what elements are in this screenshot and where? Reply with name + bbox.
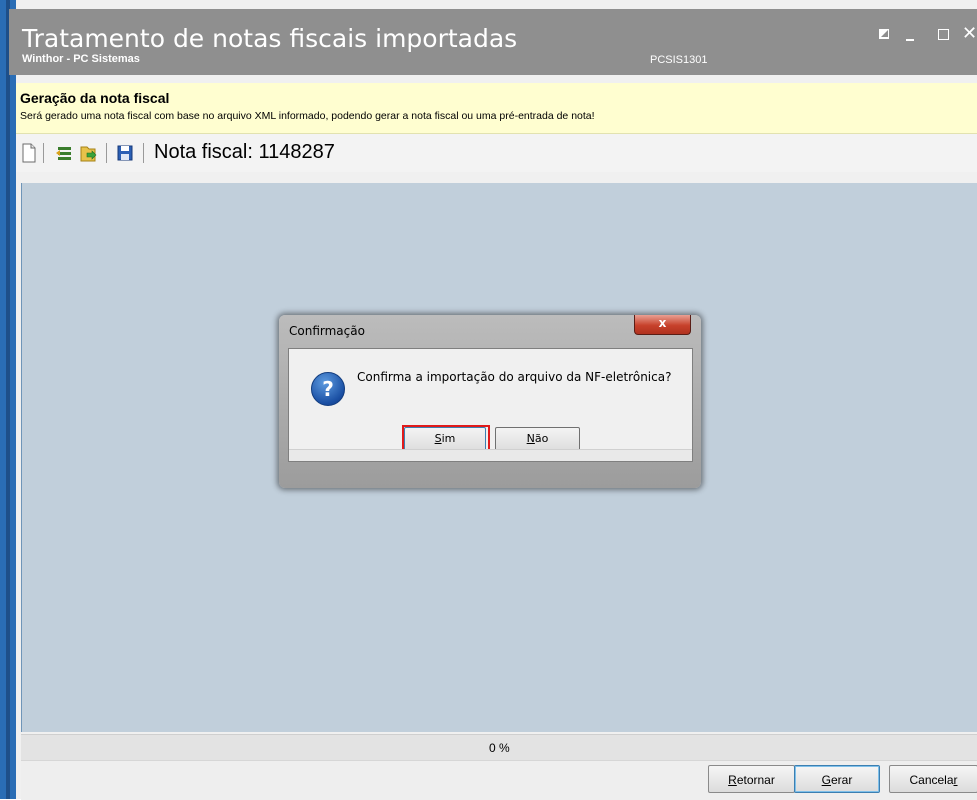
import-icon[interactable]	[55, 143, 73, 163]
dialog-message: Confirma a importação do arquivo da NF-e…	[357, 370, 672, 384]
title-bar[interactable]: Tratamento de notas fiscais importadas W…	[9, 9, 977, 75]
window-subtitle: Winthor - PC Sistemas	[22, 53, 140, 65]
retornar-button[interactable]: Retornar	[708, 765, 795, 793]
confirmation-dialog: Confirmação x ? Confirma a importação do…	[279, 315, 701, 488]
export-icon[interactable]	[79, 143, 97, 163]
dialog-body: ? Confirma a importação do arquivo da NF…	[288, 348, 693, 462]
window-frame-left	[0, 0, 16, 799]
nota-fiscal-label: Nota fiscal: 1148287	[154, 141, 335, 163]
restore-icon[interactable]	[877, 27, 893, 43]
footer-bar: Retornar Gerar Cancelar	[21, 760, 977, 800]
toolbar: Nota fiscal: 1148287	[16, 134, 977, 172]
progress-text: 0 %	[489, 741, 510, 755]
minimize-icon[interactable]	[904, 27, 920, 43]
dialog-title: Confirmação	[289, 324, 365, 338]
info-header: Geração da nota fiscal Será gerado uma n…	[16, 83, 977, 134]
question-icon: ?	[311, 372, 345, 406]
sim-button[interactable]: Sim	[402, 425, 490, 455]
window-title: Tratamento de notas fiscais importadas	[22, 24, 518, 53]
new-document-icon[interactable]	[20, 143, 38, 163]
main-window: Tratamento de notas fiscais importadas W…	[0, 0, 977, 800]
header-heading: Geração da nota fiscal	[20, 90, 170, 106]
dialog-close-icon[interactable]: x	[634, 315, 691, 335]
close-icon[interactable]: ✕	[962, 25, 977, 43]
routine-code: PCSIS1301	[650, 54, 708, 66]
toolbar-separator	[143, 143, 144, 163]
maximize-icon[interactable]	[937, 27, 953, 43]
toolbar-separator	[106, 143, 107, 163]
nao-button[interactable]: Não	[495, 427, 580, 451]
save-icon[interactable]	[116, 143, 134, 163]
dialog-status-strip	[289, 449, 692, 461]
cancelar-button[interactable]: Cancelar	[889, 765, 977, 793]
toolbar-separator	[43, 143, 44, 163]
gerar-button[interactable]: Gerar	[794, 765, 880, 793]
header-description: Será gerado uma nota fiscal com base no …	[20, 110, 595, 122]
progress-bar: 0 %	[21, 734, 977, 761]
